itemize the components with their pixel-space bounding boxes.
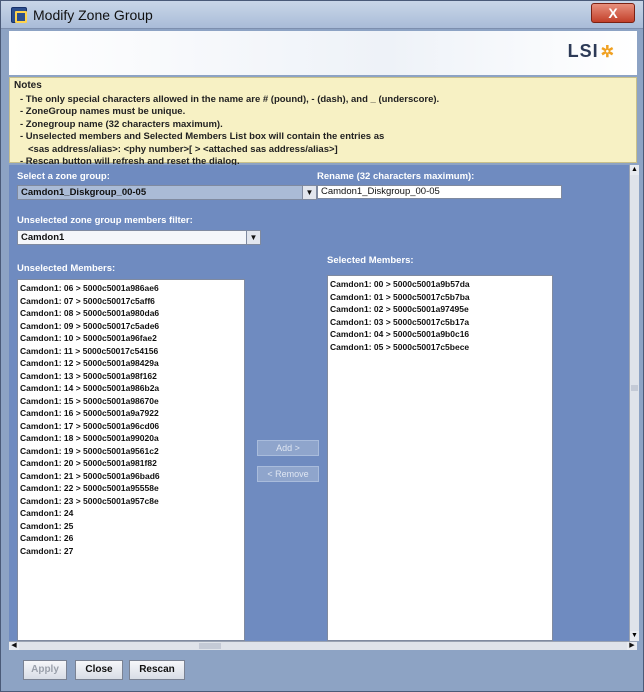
list-item[interactable]: Camdon1: 04 > 5000c5001a9b0c16 bbox=[330, 328, 550, 341]
list-item[interactable]: Camdon1: 23 > 5000c5001a957c8e bbox=[20, 495, 242, 508]
unselected-members-list[interactable]: Camdon1: 06 > 5000c5001a986ae6 Camdon1: … bbox=[17, 279, 245, 641]
list-item[interactable]: Camdon1: 01 > 5000c50017c5b7ba bbox=[330, 291, 550, 304]
selected-members-list[interactable]: Camdon1: 00 > 5000c5001a9b57da Camdon1: … bbox=[327, 275, 553, 641]
list-item[interactable]: Camdon1: 03 > 5000c50017c5b17a bbox=[330, 316, 550, 329]
list-item[interactable]: Camdon1: 19 > 5000c5001a9561c2 bbox=[20, 445, 242, 458]
zone-group-label: Select a zone group: bbox=[17, 171, 110, 182]
list-item[interactable]: Camdon1: 09 > 5000c50017c5ade6 bbox=[20, 320, 242, 333]
list-item[interactable]: Camdon1: 15 > 5000c5001a98670e bbox=[20, 395, 242, 408]
unselected-members-label: Unselected Members: bbox=[17, 263, 116, 274]
window-close-button[interactable]: X bbox=[591, 3, 635, 23]
list-item[interactable]: Camdon1: 18 > 5000c5001a99020a bbox=[20, 432, 242, 445]
list-item[interactable]: Camdon1: 27 bbox=[20, 545, 242, 558]
vertical-scrollbar[interactable]: ▲ ▼ bbox=[629, 165, 639, 641]
title-bar[interactable]: Modify Zone Group X bbox=[1, 1, 643, 29]
main-panel: Select a zone group: Camdon1_Diskgroup_0… bbox=[9, 165, 629, 641]
list-item[interactable]: Camdon1: 00 > 5000c5001a9b57da bbox=[330, 278, 550, 291]
button-bar: Apply Close Rescan bbox=[9, 651, 637, 691]
add-button[interactable]: Add > bbox=[257, 440, 319, 456]
list-item[interactable]: Camdon1: 17 > 5000c5001a96cd06 bbox=[20, 420, 242, 433]
list-item[interactable]: Camdon1: 12 > 5000c5001a98429a bbox=[20, 357, 242, 370]
zone-group-select[interactable]: Camdon1_Diskgroup_00-05 ▼ bbox=[17, 185, 317, 200]
lsi-logo: LSI ✲ bbox=[568, 41, 615, 62]
list-item[interactable]: Camdon1: 14 > 5000c5001a986b2a bbox=[20, 382, 242, 395]
list-item[interactable]: Camdon1: 02 > 5000c5001a97495e bbox=[330, 303, 550, 316]
list-item[interactable]: Camdon1: 07 > 5000c50017c5aff6 bbox=[20, 295, 242, 308]
notes-line: - Unselected members and Selected Member… bbox=[20, 131, 385, 143]
list-item[interactable]: Camdon1: 21 > 5000c5001a96bad6 bbox=[20, 470, 242, 483]
list-item[interactable]: Camdon1: 20 > 5000c5001a981f82 bbox=[20, 457, 242, 470]
selected-members-label: Selected Members: bbox=[327, 255, 414, 266]
list-item[interactable]: Camdon1: 08 > 5000c5001a980da6 bbox=[20, 307, 242, 320]
list-item[interactable]: Camdon1: 24 bbox=[20, 507, 242, 520]
close-button[interactable]: Close bbox=[75, 660, 123, 680]
list-item[interactable]: Camdon1: 25 bbox=[20, 520, 242, 533]
logo-star-icon: ✲ bbox=[600, 44, 615, 61]
list-item[interactable]: Camdon1: 11 > 5000c50017c54156 bbox=[20, 345, 242, 358]
app-icon bbox=[11, 7, 27, 23]
notes-line: - ZoneGroup names must be unique. bbox=[20, 106, 186, 118]
chevron-down-icon[interactable]: ▼ bbox=[302, 186, 316, 199]
header-banner: LSI ✲ bbox=[9, 31, 637, 75]
notes-panel: Notes - The only special characters allo… bbox=[9, 77, 637, 167]
chevron-down-icon[interactable]: ▼ bbox=[246, 231, 260, 244]
rename-label: Rename (32 characters maximum): bbox=[317, 171, 475, 182]
scroll-down-icon[interactable]: ▼ bbox=[630, 631, 639, 641]
apply-button[interactable]: Apply bbox=[23, 660, 67, 680]
notes-line: <sas address/alias>: <phy number>[ > <at… bbox=[28, 143, 338, 155]
notes-line: - The only special characters allowed in… bbox=[20, 94, 440, 105]
scroll-left-icon[interactable]: ◀ bbox=[9, 642, 19, 650]
horizontal-scrollbar[interactable]: ◀ ▶ bbox=[9, 641, 637, 650]
zone-group-value: Camdon1_Diskgroup_00-05 bbox=[21, 187, 147, 198]
scroll-thumb[interactable] bbox=[199, 643, 221, 649]
list-item[interactable]: Camdon1: 22 > 5000c5001a95558e bbox=[20, 482, 242, 495]
notes-lines: - The only special characters allowed in… bbox=[20, 94, 439, 168]
notes-title: Notes bbox=[14, 80, 42, 91]
modify-zone-group-dialog: Modify Zone Group X LSI ✲ Notes - The onl… bbox=[0, 0, 644, 692]
filter-label: Unselected zone group members filter: bbox=[17, 215, 193, 226]
list-item[interactable]: Camdon1: 06 > 5000c5001a986ae6 bbox=[20, 282, 242, 295]
rename-input[interactable]: Camdon1_Diskgroup_00-05 bbox=[317, 185, 562, 199]
list-item[interactable]: Camdon1: 05 > 5000c50017c5bece bbox=[330, 341, 550, 354]
logo-text: LSI bbox=[567, 41, 599, 61]
list-item[interactable]: Camdon1: 26 bbox=[20, 532, 242, 545]
list-item[interactable]: Camdon1: 13 > 5000c5001a98f162 bbox=[20, 370, 242, 383]
remove-button[interactable]: < Remove bbox=[257, 466, 319, 482]
list-item[interactable]: Camdon1: 10 > 5000c5001a96fae2 bbox=[20, 332, 242, 345]
scroll-right-icon[interactable]: ▶ bbox=[627, 642, 637, 650]
rescan-button[interactable]: Rescan bbox=[129, 660, 185, 680]
notes-line: - Zonegroup name (32 characters maximum)… bbox=[20, 118, 223, 130]
filter-select[interactable]: Camdon1 ▼ bbox=[17, 230, 261, 245]
scroll-thumb[interactable] bbox=[631, 385, 638, 391]
list-item[interactable]: Camdon1: 16 > 5000c5001a9a7922 bbox=[20, 407, 242, 420]
window-title: Modify Zone Group bbox=[33, 7, 153, 23]
filter-value: Camdon1 bbox=[21, 232, 65, 243]
scroll-up-icon[interactable]: ▲ bbox=[630, 165, 639, 175]
